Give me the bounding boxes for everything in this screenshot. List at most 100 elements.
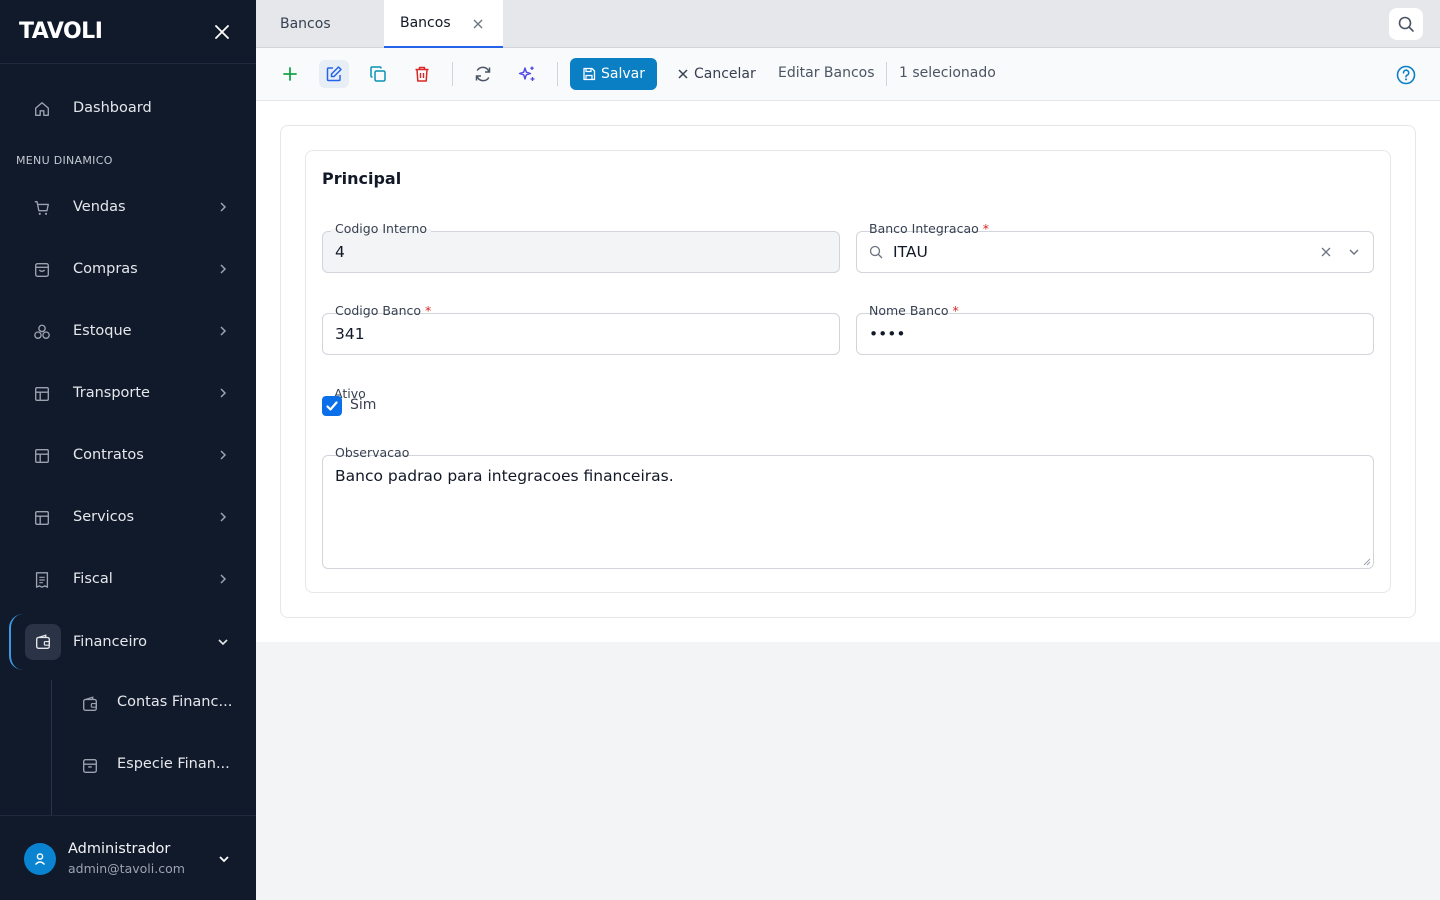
ativo-checkbox[interactable] xyxy=(322,396,342,416)
add-button[interactable] xyxy=(275,60,305,88)
sidebar-subitem-especie-financeira[interactable]: Especie Finan... xyxy=(0,744,256,788)
delete-button[interactable] xyxy=(407,60,437,88)
global-search-button[interactable] xyxy=(1389,8,1423,40)
observacao-value: Banco padrao para integracoes financeira… xyxy=(335,467,674,485)
toolbar-divider xyxy=(557,62,558,86)
save-button-label: Salvar xyxy=(601,66,645,82)
chevron-right-icon xyxy=(220,202,227,212)
avatar[interactable] xyxy=(24,843,56,875)
chevron-right-icon xyxy=(220,388,227,398)
sidebar-subitem-contas-financeiras[interactable]: Contas Financ... xyxy=(0,682,256,726)
ai-assist-button[interactable] xyxy=(512,60,542,88)
archive-icon xyxy=(80,756,100,776)
ativo-option-label: Sim xyxy=(350,397,377,413)
section-title: Principal xyxy=(322,169,402,188)
shopping-bag-icon xyxy=(32,260,52,280)
sidebar-item-compras[interactable]: Compras xyxy=(0,247,256,291)
user-profile: Administrador admin@tavoli.com xyxy=(0,815,256,900)
search-icon xyxy=(1398,16,1414,32)
sidebar-item-label: Compras xyxy=(73,261,138,277)
user-email: admin@tavoli.com xyxy=(68,861,185,876)
edit-icon xyxy=(326,66,342,82)
sidebar-item-label: Servicos xyxy=(73,509,135,525)
clear-icon[interactable] xyxy=(1321,247,1331,257)
nome-banco-label: Nome Banco * xyxy=(865,303,963,318)
copy-button[interactable] xyxy=(363,60,393,88)
layout-icon xyxy=(32,384,52,404)
tab-bancos[interactable]: Bancos xyxy=(256,0,383,48)
codigo-banco-label: Codigo Banco * xyxy=(331,303,436,318)
menu-section-title: MENU DINAMICO xyxy=(16,154,113,167)
check-icon xyxy=(326,401,338,411)
close-icon xyxy=(678,69,688,79)
layout-icon xyxy=(32,446,52,466)
app-logo: TAVOLI xyxy=(19,19,103,44)
codigo-interno-field[interactable]: Codigo Interno 4 xyxy=(322,221,840,273)
tab-bancos-active[interactable]: Bancos xyxy=(384,0,503,48)
help-icon[interactable] xyxy=(1395,64,1417,86)
sidebar-item-contratos[interactable]: Contratos xyxy=(0,433,256,477)
copy-icon xyxy=(370,66,386,82)
sidebar-item-label: Fiscal xyxy=(73,571,113,587)
receipt-icon xyxy=(32,570,52,590)
banco-integracao-value: ITAU xyxy=(893,243,928,261)
toolbar: Salvar Cancelar Editar Bancos 1 selecion… xyxy=(256,48,1440,101)
wallet-icon xyxy=(25,624,61,660)
close-icon[interactable] xyxy=(472,18,484,30)
sidebar-item-transporte[interactable]: Transporte xyxy=(0,371,256,415)
sidebar-item-dashboard[interactable]: Dashboard xyxy=(0,86,256,130)
sidebar-item-label: Estoque xyxy=(73,323,132,339)
codigo-interno-label: Codigo Interno xyxy=(331,221,432,236)
sidebar-item-label: Vendas xyxy=(73,199,126,215)
close-sidebar-button[interactable] xyxy=(212,22,232,42)
sidebar-item-label: Financeiro xyxy=(73,634,148,650)
chevron-right-icon xyxy=(220,326,227,336)
resize-handle-icon[interactable] xyxy=(1363,558,1371,566)
banco-integracao-select[interactable]: Banco Integracao * ITAU xyxy=(856,221,1374,273)
sidebar-item-estoque[interactable]: Estoque xyxy=(0,309,256,353)
sidebar-item-fiscal[interactable]: Fiscal xyxy=(0,557,256,601)
sidebar-subitem-label: Contas Financ... xyxy=(117,694,233,710)
trash-icon xyxy=(415,66,429,82)
toolbar-divider xyxy=(452,62,453,86)
nome-banco-value: •••• xyxy=(869,325,906,343)
search-icon xyxy=(869,245,883,259)
cancel-button-label: Cancelar xyxy=(694,66,756,82)
sidebar-item-label: Dashboard xyxy=(73,100,152,116)
user-icon xyxy=(34,853,46,865)
nome-banco-field[interactable]: Nome Banco * •••• xyxy=(856,303,1374,355)
chevron-right-icon xyxy=(220,264,227,274)
selection-count: 1 selecionado xyxy=(899,65,996,81)
codigo-interno-value: 4 xyxy=(335,243,345,261)
sidebar: TAVOLI Dashboard MENU DINAMICO Vendas Co… xyxy=(0,0,256,900)
refresh-button[interactable] xyxy=(468,60,498,88)
layout-icon xyxy=(32,508,52,528)
sidebar-item-label: Transporte xyxy=(73,385,150,401)
sidebar-item-label: Contratos xyxy=(73,447,144,463)
refresh-icon xyxy=(475,66,491,82)
close-icon xyxy=(215,24,229,39)
sidebar-subitem-label: Especie Finan... xyxy=(117,756,230,772)
tab-label: Bancos xyxy=(280,16,331,32)
chevron-down-icon[interactable] xyxy=(1348,246,1360,258)
banco-integracao-label: Banco Integracao * xyxy=(865,221,993,236)
sparkles-icon xyxy=(518,66,535,81)
observacao-textarea[interactable]: Observacao Banco padrao para integracoes… xyxy=(322,445,1374,569)
user-name: Administrador xyxy=(68,841,171,857)
codigo-banco-value: 341 xyxy=(335,325,365,343)
cart-icon xyxy=(32,198,52,218)
chevron-right-icon xyxy=(220,574,227,584)
chevron-down-icon[interactable] xyxy=(216,851,232,867)
observacao-label: Observacao xyxy=(331,445,414,460)
edit-button[interactable] xyxy=(319,60,349,88)
sidebar-item-vendas[interactable]: Vendas xyxy=(0,185,256,229)
cancel-button[interactable]: Cancelar xyxy=(678,64,756,84)
save-button[interactable]: Salvar xyxy=(570,58,657,90)
chevron-right-icon xyxy=(220,450,227,460)
plus-icon xyxy=(283,67,297,81)
codigo-banco-field[interactable]: Codigo Banco * 341 xyxy=(322,303,840,355)
sidebar-item-servicos[interactable]: Servicos xyxy=(0,495,256,539)
chevron-right-icon xyxy=(220,512,227,522)
wallet-icon xyxy=(80,694,100,714)
edit-mode-title: Editar Bancos xyxy=(778,65,875,81)
